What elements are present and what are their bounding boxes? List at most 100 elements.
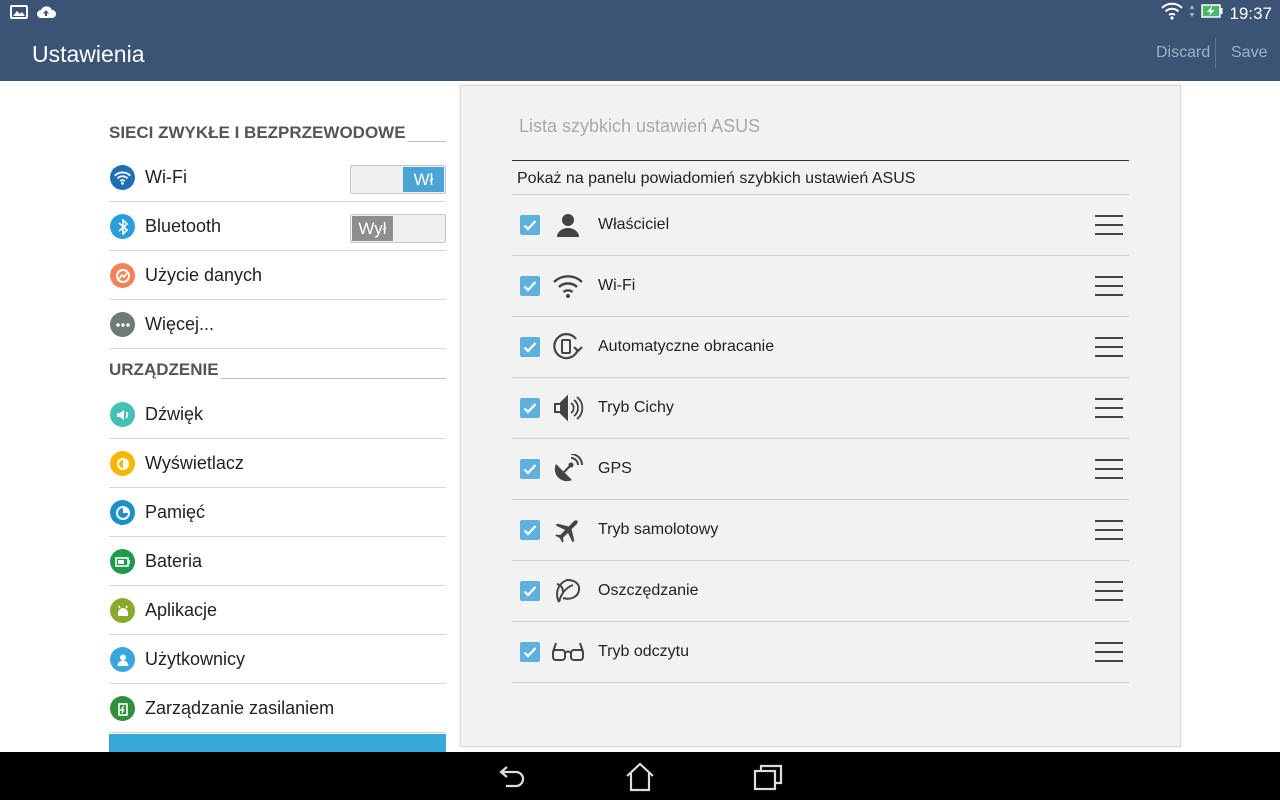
settings-item-sound[interactable]: Dźwięk <box>109 390 446 439</box>
back-icon[interactable] <box>496 762 528 792</box>
bluetooth-icon <box>110 214 135 239</box>
settings-item-power-management[interactable]: Zarządzanie zasilaniem <box>109 684 446 733</box>
save-button[interactable]: Save <box>1231 44 1267 62</box>
drag-handle-icon[interactable] <box>1095 581 1123 601</box>
settings-item-selected[interactable] <box>109 734 446 752</box>
drag-handle-icon[interactable] <box>1095 337 1123 357</box>
settings-item-users[interactable]: Użytkownicy <box>109 635 446 684</box>
storage-icon <box>110 500 135 525</box>
divider <box>512 160 1129 161</box>
settings-item-label: Użytkownicy <box>145 649 246 669</box>
settings-item-wifi[interactable]: Wi-Fi Wł <box>109 153 446 202</box>
quick-setting-row-power-saving[interactable]: Oszczędzanie <box>512 561 1129 622</box>
settings-item-bluetooth[interactable]: Bluetooth Wył <box>109 202 446 251</box>
quick-setting-label: GPS <box>598 460 632 477</box>
navigation-bar <box>0 752 1280 800</box>
page-title: Ustawienia <box>32 41 145 67</box>
checkbox[interactable] <box>520 276 540 296</box>
quick-setting-label: Wi-Fi <box>598 277 636 294</box>
section-header-device: URZĄDZENIE <box>109 360 446 380</box>
airplane-icon <box>550 513 586 547</box>
home-icon[interactable] <box>624 762 656 792</box>
recents-icon[interactable] <box>752 762 784 792</box>
settings-item-display[interactable]: Wyświetlacz <box>109 439 446 488</box>
quick-setting-label: Właściciel <box>598 216 670 233</box>
drag-handle-icon[interactable] <box>1095 520 1123 540</box>
settings-item-label: Wi-Fi <box>145 167 187 187</box>
bluetooth-toggle[interactable]: Wył <box>350 214 446 243</box>
action-bar: Ustawienia Discard Save <box>0 26 1280 81</box>
drag-handle-icon[interactable] <box>1095 398 1123 418</box>
wifi-icon <box>1161 2 1184 25</box>
status-bar: 19:37 <box>0 0 1280 26</box>
drag-handle-icon[interactable] <box>1095 276 1123 296</box>
panel-title: Lista szybkich ustawień ASUS <box>519 116 761 136</box>
quick-settings-panel: Lista szybkich ustawień ASUS Pokaż na pa… <box>460 85 1181 747</box>
section-header-networks: SIECI ZWYKŁE I BEZPRZEWODOWE <box>109 123 446 143</box>
cloud-upload-icon <box>36 4 56 25</box>
settings-item-label: Bluetooth <box>145 216 222 236</box>
drag-handle-icon[interactable] <box>1095 459 1123 479</box>
checkbox[interactable] <box>520 215 540 235</box>
panel-description: Pokaż na panelu powiadomień szybkich ust… <box>517 170 916 187</box>
quick-setting-label: Tryb samolotowy <box>598 521 719 538</box>
settings-item-label: Więcej... <box>145 314 215 334</box>
quick-setting-row-silent-mode[interactable]: Tryb Cichy <box>512 378 1129 439</box>
quick-setting-label: Oszczędzanie <box>598 582 699 599</box>
checkbox[interactable] <box>520 581 540 601</box>
checkbox[interactable] <box>520 459 540 479</box>
toggle-state: Wył <box>352 216 393 241</box>
quick-setting-row-reading-mode[interactable]: Tryb odczytu <box>512 622 1129 683</box>
battery-icon <box>110 549 135 574</box>
silent-mode-icon <box>550 391 586 425</box>
power-saving-icon <box>550 574 586 608</box>
sound-icon <box>110 402 135 427</box>
discard-button[interactable]: Discard <box>1156 44 1210 62</box>
settings-item-battery[interactable]: Bateria <box>109 537 446 586</box>
checkbox[interactable] <box>520 398 540 418</box>
signal-arrows-icon <box>1189 4 1195 23</box>
settings-item-apps[interactable]: Aplikacje <box>109 586 446 635</box>
quick-setting-row-airplane[interactable]: Tryb samolotowy <box>512 500 1129 561</box>
checkbox[interactable] <box>520 520 540 540</box>
quick-setting-row-gps[interactable]: GPS <box>512 439 1129 500</box>
settings-item-label: Pamięć <box>145 502 206 522</box>
quick-setting-row-auto-rotate[interactable]: Automatyczne obracanie <box>512 317 1129 378</box>
action-divider <box>1215 38 1216 68</box>
settings-item-label: Wyświetlacz <box>145 453 244 473</box>
settings-item-label: Użycie danych <box>145 265 263 285</box>
checkbox[interactable] <box>520 642 540 662</box>
drag-handle-icon[interactable] <box>1095 215 1123 235</box>
settings-item-label: Aplikacje <box>145 600 218 620</box>
wifi-toggle[interactable]: Wł <box>350 165 446 194</box>
owner-icon <box>550 208 586 242</box>
settings-list: SIECI ZWYKŁE I BEZPRZEWODOWE Wi-Fi Wł Bl… <box>109 81 446 752</box>
quick-setting-label: Automatyczne obracanie <box>598 338 775 355</box>
settings-item-storage[interactable]: Pamięć <box>109 488 446 537</box>
auto-rotate-icon <box>550 330 586 364</box>
quick-setting-row-owner[interactable]: Właściciel <box>512 195 1129 256</box>
battery-charging-icon <box>1201 3 1223 24</box>
more-icon <box>110 312 135 337</box>
toggle-state: Wł <box>403 167 444 192</box>
users-icon <box>110 647 135 672</box>
settings-item-label: Dźwięk <box>145 404 204 424</box>
power-management-icon <box>110 696 135 721</box>
data-usage-icon <box>110 263 135 288</box>
gps-icon <box>550 452 586 486</box>
settings-item-data-usage[interactable]: Użycie danych <box>109 251 446 300</box>
clock: 19:37 <box>1229 3 1272 23</box>
quick-setting-label: Tryb Cichy <box>598 399 674 416</box>
gallery-icon <box>10 4 28 25</box>
checkbox[interactable] <box>520 337 540 357</box>
quick-setting-row-wifi[interactable]: Wi-Fi <box>512 256 1129 317</box>
drag-handle-icon[interactable] <box>1095 642 1123 662</box>
apps-icon <box>110 598 135 623</box>
reading-mode-icon <box>550 635 586 669</box>
settings-item-more[interactable]: Więcej... <box>109 300 446 349</box>
wifi-icon <box>550 269 586 303</box>
wifi-icon <box>110 165 135 190</box>
display-icon <box>110 451 135 476</box>
settings-item-label: Zarządzanie zasilaniem <box>145 698 335 718</box>
settings-item-label: Bateria <box>145 551 203 571</box>
